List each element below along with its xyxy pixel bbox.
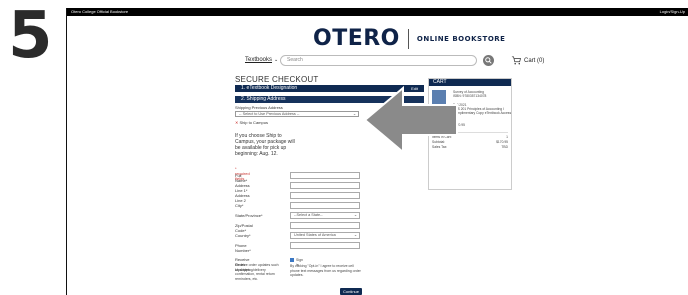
search-icon bbox=[485, 57, 492, 64]
step-number: 5 bbox=[8, 0, 53, 73]
top-bar: Otero College Official Bookstore Login/S… bbox=[67, 8, 688, 16]
textbooks-label: Textbooks bbox=[245, 57, 273, 63]
subtotal-value: $170.95 bbox=[496, 140, 508, 144]
step-etextbook-label: 1. eTextbook Designation bbox=[241, 85, 298, 91]
field-label: Phone Number* bbox=[235, 243, 251, 253]
chevron-down-icon: ⌄ bbox=[352, 112, 356, 116]
chevron-down-icon: ⌄ bbox=[353, 233, 357, 237]
chevron-down-icon: ⌄ bbox=[353, 213, 357, 217]
full-name-input[interactable] bbox=[290, 172, 360, 179]
pointer-arrow-icon bbox=[363, 85, 458, 155]
country-value: United States of America bbox=[294, 233, 336, 237]
state-select[interactable]: --Select a State-- ⌄ bbox=[290, 212, 360, 219]
ship-to-campus-label: Ship to Campus bbox=[239, 120, 268, 125]
order-updates-desc: Receive order updates such as shipping/d… bbox=[235, 263, 279, 281]
address-line2-input[interactable] bbox=[290, 192, 360, 199]
close-icon: ✕ bbox=[235, 120, 239, 125]
sign-in-checkbox[interactable] bbox=[290, 258, 294, 262]
cart-button[interactable]: Cart (0) bbox=[511, 55, 544, 66]
site-logo[interactable]: OTERO ONLINE BOOKSTORE bbox=[313, 26, 505, 51]
phone-input[interactable] bbox=[290, 242, 360, 249]
ship-to-campus-toggle[interactable]: ✕ Ship to Campus bbox=[235, 120, 268, 125]
items-value: 1 bbox=[506, 135, 508, 139]
field-label: Address Line 2 bbox=[235, 193, 250, 203]
logo-divider bbox=[407, 28, 409, 49]
prev-address-value: -- Select to Use Previous Address -- bbox=[239, 112, 300, 116]
zip-input[interactable] bbox=[290, 222, 360, 229]
login-link[interactable]: Login/Sign-Up bbox=[660, 8, 685, 16]
bookstore-screenshot: Otero College Official Bookstore Login/S… bbox=[66, 8, 688, 295]
optin-text: By clicking "Opt-in" I agree to receive … bbox=[290, 264, 361, 277]
city-input[interactable] bbox=[290, 202, 360, 209]
field-label: Full Name* bbox=[235, 173, 248, 183]
continue-button[interactable]: Continue bbox=[340, 288, 362, 295]
search-input[interactable]: Search bbox=[280, 55, 477, 66]
cart-item-condition: Complimentary Copy eTextbook Access bbox=[453, 111, 512, 115]
cart-label: Cart (0) bbox=[524, 57, 545, 64]
field-label: State/Province* bbox=[235, 213, 263, 218]
search-button[interactable] bbox=[483, 55, 494, 66]
logo-brand: OTERO bbox=[313, 26, 400, 51]
country-select[interactable]: United States of America ⌄ bbox=[290, 232, 360, 239]
field-label: Address Line 1* bbox=[235, 183, 250, 193]
state-value: --Select a State-- bbox=[294, 213, 323, 217]
logo-subtitle: ONLINE BOOKSTORE bbox=[416, 34, 506, 43]
ship-to-campus-info: If you choose Ship to Campus, your packa… bbox=[235, 133, 295, 157]
field-label: Country* bbox=[235, 233, 251, 238]
cart-icon bbox=[511, 56, 521, 65]
tutorial-stage: 5 Otero College Official Bookstore Login… bbox=[0, 0, 688, 295]
field-label: Zip/Postal Code* bbox=[235, 223, 253, 233]
field-label: City* bbox=[235, 203, 244, 208]
textbooks-menu[interactable]: Textbooks ⌄ bbox=[245, 57, 278, 63]
address-line1-input[interactable] bbox=[290, 182, 360, 189]
prev-address-select[interactable]: -- Select to Use Previous Address -- ⌄ bbox=[235, 111, 359, 117]
prev-address-label: Shipping Previous Address bbox=[235, 105, 283, 110]
store-name: Otero College Official Bookstore bbox=[71, 9, 129, 14]
page-title: SECURE CHECKOUT bbox=[235, 75, 319, 84]
tax-value: TBD bbox=[501, 145, 508, 149]
chevron-down-icon: ⌄ bbox=[274, 57, 279, 63]
nav-row: Textbooks ⌄ Search Cart (0) bbox=[245, 55, 565, 67]
